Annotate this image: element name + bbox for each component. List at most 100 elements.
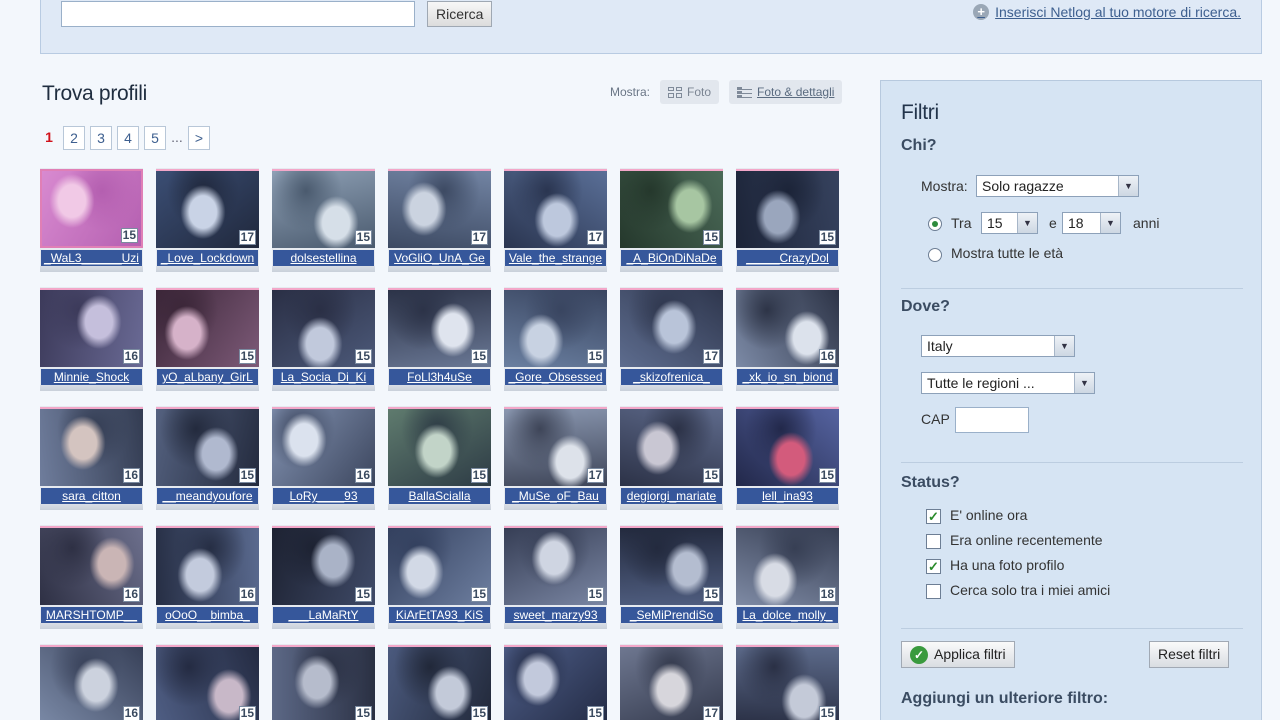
search-input[interactable]	[61, 1, 415, 27]
username-link[interactable]: _Love_Lockdown	[157, 250, 258, 267]
profile-photo[interactable]: 17	[620, 288, 723, 367]
age-from-select[interactable]: 15 ▼	[981, 212, 1038, 234]
profile-photo[interactable]: 15	[620, 169, 723, 248]
username-link[interactable]: _SeMiPrendiSo	[621, 607, 722, 624]
profile-card[interactable]: 15	[736, 644, 839, 720]
profile-photo[interactable]: 15	[504, 526, 607, 605]
profile-card[interactable]: 16 sara_citton	[40, 406, 143, 510]
username-link[interactable]: ___LaMaRtY	[273, 607, 374, 624]
profile-photo[interactable]: 15	[736, 645, 839, 720]
profile-photo[interactable]: 15	[272, 288, 375, 367]
username-link[interactable]: dolsestellina	[273, 250, 374, 267]
profile-card[interactable]: 17 Vale_the_strange	[504, 168, 607, 272]
profile-photo[interactable]: 17	[504, 407, 607, 486]
username-link[interactable]: VoGliO_UnA_Ge	[389, 250, 490, 267]
profile-photo[interactable]: 15	[388, 526, 491, 605]
profile-card[interactable]: 15 _____CrazyDol	[736, 168, 839, 272]
age-range-radio[interactable]	[928, 217, 942, 231]
profile-card[interactable]: 15 yO_aLbany_GirL	[156, 287, 259, 391]
profile-card[interactable]: 16 LoRy____93	[272, 406, 375, 510]
username-link[interactable]: __meandyoufore	[157, 488, 258, 505]
profile-photo[interactable]: 17	[156, 169, 259, 248]
status-checkbox[interactable]	[926, 534, 941, 549]
profile-card[interactable]: 15 FoLl3h4uSe	[388, 287, 491, 391]
apply-filters-button[interactable]: ✓ Applica filtri	[901, 641, 1015, 668]
profile-photo[interactable]: 16	[736, 288, 839, 367]
profile-card[interactable]: 16 oOoO__bimba_	[156, 525, 259, 629]
username-link[interactable]: _WaL3______Uzi	[41, 250, 142, 267]
profile-photo[interactable]: 17	[504, 169, 607, 248]
profile-photo[interactable]: 15	[272, 526, 375, 605]
profile-photo[interactable]: 16	[40, 288, 143, 367]
username-link[interactable]: oOoO__bimba_	[157, 607, 258, 624]
search-button[interactable]: Ricerca	[427, 1, 493, 27]
profile-card[interactable]: 17 _Love_Lockdown	[156, 168, 259, 272]
username-link[interactable]: _xk_io_sn_biond	[737, 369, 838, 386]
profile-photo[interactable]: 15	[40, 169, 143, 248]
age-to-select[interactable]: 18 ▼	[1062, 212, 1121, 234]
profile-photo[interactable]: 15	[388, 407, 491, 486]
profile-card[interactable]: 15 lell_ina93	[736, 406, 839, 510]
username-link[interactable]: _MuSe_oF_Bau	[505, 488, 606, 505]
username-link[interactable]: Minnie_Shock	[41, 369, 142, 386]
gender-select[interactable]: Solo ragazze ▼	[976, 175, 1139, 197]
status-checkbox[interactable]: ✓	[926, 509, 941, 524]
page-link[interactable]: 4	[117, 126, 139, 150]
profile-card[interactable]: 16 _xk_io_sn_biond	[736, 287, 839, 391]
add-search-engine-link[interactable]: + Inserisci Netlog al tuo motore di rice…	[973, 4, 1241, 20]
profile-card[interactable]: 16	[40, 644, 143, 720]
profile-card[interactable]: 15 La_Socia_Di_Ki	[272, 287, 375, 391]
profile-photo[interactable]: 15	[388, 288, 491, 367]
profile-card[interactable]: 15 __meandyoufore	[156, 406, 259, 510]
profile-photo[interactable]: 16	[40, 645, 143, 720]
profile-card[interactable]: 15 KiArEtTA93_KiS	[388, 525, 491, 629]
profile-photo[interactable]: 15	[156, 407, 259, 486]
all-ages-radio[interactable]	[928, 248, 942, 262]
reset-filters-button[interactable]: Reset filtri	[1149, 641, 1230, 668]
username-link[interactable]: _____CrazyDol	[737, 250, 838, 267]
profile-photo[interactable]: 15	[272, 169, 375, 248]
add-search-engine-label[interactable]: Inserisci Netlog al tuo motore di ricerc…	[995, 4, 1241, 20]
page-link[interactable]: 5	[144, 126, 166, 150]
profile-card[interactable]: 16 MARSHTOMP__	[40, 525, 143, 629]
profile-card[interactable]: 15 dolsestellina	[272, 168, 375, 272]
username-link[interactable]: _Gore_Obsessed	[505, 369, 606, 386]
profile-card[interactable]: 17 _MuSe_oF_Bau	[504, 406, 607, 510]
profile-card[interactable]: 15	[156, 644, 259, 720]
profile-photo[interactable]: 15	[620, 526, 723, 605]
profile-card[interactable]: 17 VoGliO_UnA_Ge	[388, 168, 491, 272]
profile-card[interactable]: 15 degiorgi_mariate	[620, 406, 723, 510]
username-link[interactable]: Vale_the_strange	[505, 250, 606, 267]
username-link[interactable]: LoRy____93	[273, 488, 374, 505]
profile-photo[interactable]: 18	[736, 526, 839, 605]
profile-photo[interactable]: 15	[272, 645, 375, 720]
profile-photo[interactable]: 15	[504, 288, 607, 367]
profile-photo[interactable]: 15	[388, 645, 491, 720]
profile-photo[interactable]: 15	[620, 407, 723, 486]
region-select[interactable]: Tutte le regioni ... ▼	[921, 372, 1095, 394]
profile-card[interactable]: 15 sweet_marzy93	[504, 525, 607, 629]
username-link[interactable]: KiArEtTA93_KiS	[389, 607, 490, 624]
profile-card[interactable]: 15 _SeMiPrendiSo	[620, 525, 723, 629]
page-link[interactable]: 2	[63, 126, 85, 150]
next-page-button[interactable]: >	[188, 126, 210, 150]
profile-card[interactable]: 17 _skizofrenica_	[620, 287, 723, 391]
profile-card[interactable]: 15 _WaL3______Uzi	[40, 168, 143, 272]
profile-card[interactable]: 17	[620, 644, 723, 720]
username-link[interactable]: sweet_marzy93	[505, 607, 606, 624]
profile-photo[interactable]: 16	[40, 526, 143, 605]
profile-photo[interactable]: 16	[156, 526, 259, 605]
view-details-button[interactable]: Foto & dettagli	[729, 80, 843, 104]
profile-photo[interactable]: 15	[736, 407, 839, 486]
username-link[interactable]: degiorgi_mariate	[621, 488, 722, 505]
username-link[interactable]: La_dolce_molly_	[737, 607, 838, 624]
username-link[interactable]: _skizofrenica_	[621, 369, 722, 386]
profile-card[interactable]: 15 _A_BiOnDiNaDe	[620, 168, 723, 272]
profile-photo[interactable]: 15	[156, 645, 259, 720]
profile-card[interactable]: 15	[272, 644, 375, 720]
username-link[interactable]: _A_BiOnDiNaDe	[621, 250, 722, 267]
profile-photo[interactable]: 15	[504, 645, 607, 720]
profile-card[interactable]: 18 La_dolce_molly_	[736, 525, 839, 629]
profile-photo[interactable]: 16	[40, 407, 143, 486]
page-link[interactable]: 3	[90, 126, 112, 150]
